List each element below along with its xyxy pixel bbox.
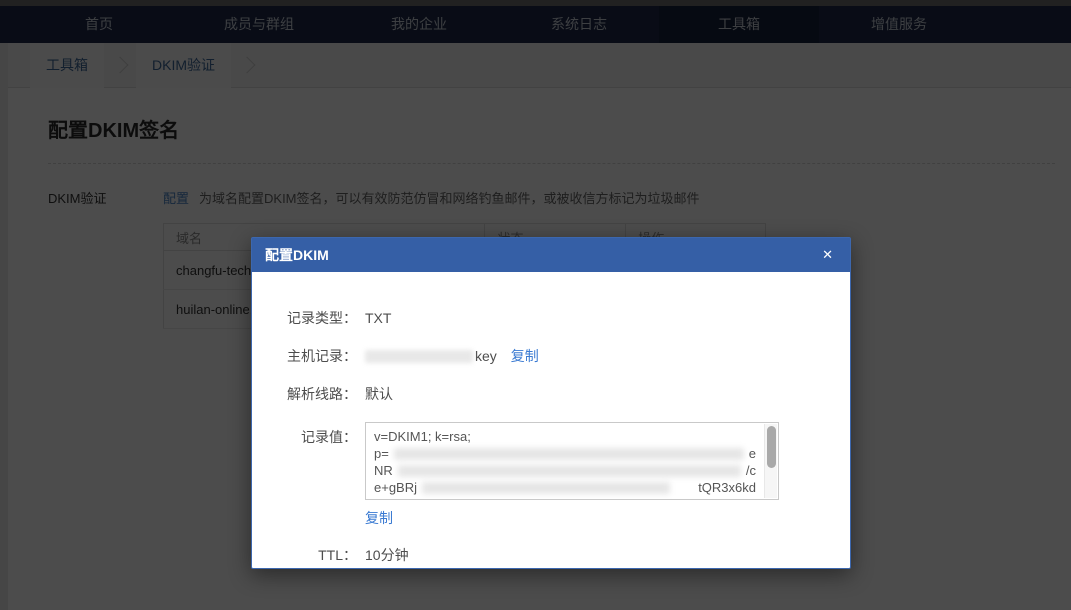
copy-record-value-link[interactable]: 复制	[365, 510, 393, 526]
record-value-field: v=DKIM1; k=rsa; p= e NR /c e+gBRj tQR3x6…	[365, 422, 779, 500]
copy-record-value-wrap: 复制	[365, 508, 850, 528]
ttl-row: TTL： 10分钟	[252, 545, 850, 565]
record-value-row: 记录值： v=DKIM1; k=rsa; p= e NR /c e+gBRj t…	[252, 422, 850, 500]
record-value-label: 记录值：	[301, 429, 357, 445]
close-icon[interactable]: ✕	[818, 238, 837, 272]
ttl-value: 10分钟	[365, 547, 409, 563]
host-record-label: 主机记录：	[287, 348, 357, 364]
record-type-row: 记录类型： TXT	[252, 308, 850, 328]
record-value-line: e+gBRj tQR3x6kd	[374, 479, 756, 496]
resolution-line-value: 默认	[365, 386, 393, 402]
redacted-text	[365, 349, 473, 363]
page: 首页 成员与群组 我的企业 系统日志 工具箱 增值服务 工具箱 DKIM验证 配…	[0, 0, 1071, 610]
record-value-line: p= e	[374, 445, 756, 462]
modal-title: 配置DKIM	[265, 247, 329, 263]
record-value-text: NR	[374, 463, 393, 478]
resolution-line-label: 解析线路：	[287, 386, 357, 402]
record-type-label: 记录类型：	[287, 310, 357, 326]
record-value-text: tQR3x6kd	[698, 480, 756, 495]
record-type-value: TXT	[365, 310, 392, 326]
host-record-value: key 复制	[365, 346, 539, 366]
record-value-text: p=	[374, 446, 389, 461]
resolution-line-row: 解析线路： 默认	[252, 384, 850, 404]
scrollbar-thumb[interactable]	[767, 426, 776, 468]
record-value-text: /c	[745, 463, 756, 478]
redacted-text	[422, 481, 671, 494]
redacted-text	[393, 447, 744, 460]
record-value-text: e	[748, 446, 756, 461]
record-value-textarea[interactable]: v=DKIM1; k=rsa; p= e NR /c e+gBRj tQR3x6…	[365, 422, 779, 500]
host-record-suffix: key	[475, 348, 497, 364]
ttl-label: TTL：	[318, 547, 357, 563]
dkim-config-modal: 配置DKIM ✕ 记录类型： TXT 主机记录： key 复制 解析线路： 默认	[251, 237, 851, 569]
copy-host-record-link[interactable]: 复制	[511, 346, 539, 366]
record-value-text: v=DKIM1; k=rsa;	[374, 429, 471, 444]
record-value-text: e+gBRj	[374, 480, 417, 495]
record-value-line: NR /c	[374, 462, 756, 479]
redacted-text	[397, 464, 741, 477]
host-record-row: 主机记录： key 复制	[252, 346, 850, 366]
textarea-scrollbar[interactable]	[764, 424, 777, 498]
record-value-line: v=DKIM1; k=rsa;	[374, 428, 756, 445]
modal-body: 记录类型： TXT 主机记录： key 复制 解析线路： 默认 记录值： v=D…	[252, 272, 850, 565]
modal-header: 配置DKIM ✕	[252, 238, 850, 272]
